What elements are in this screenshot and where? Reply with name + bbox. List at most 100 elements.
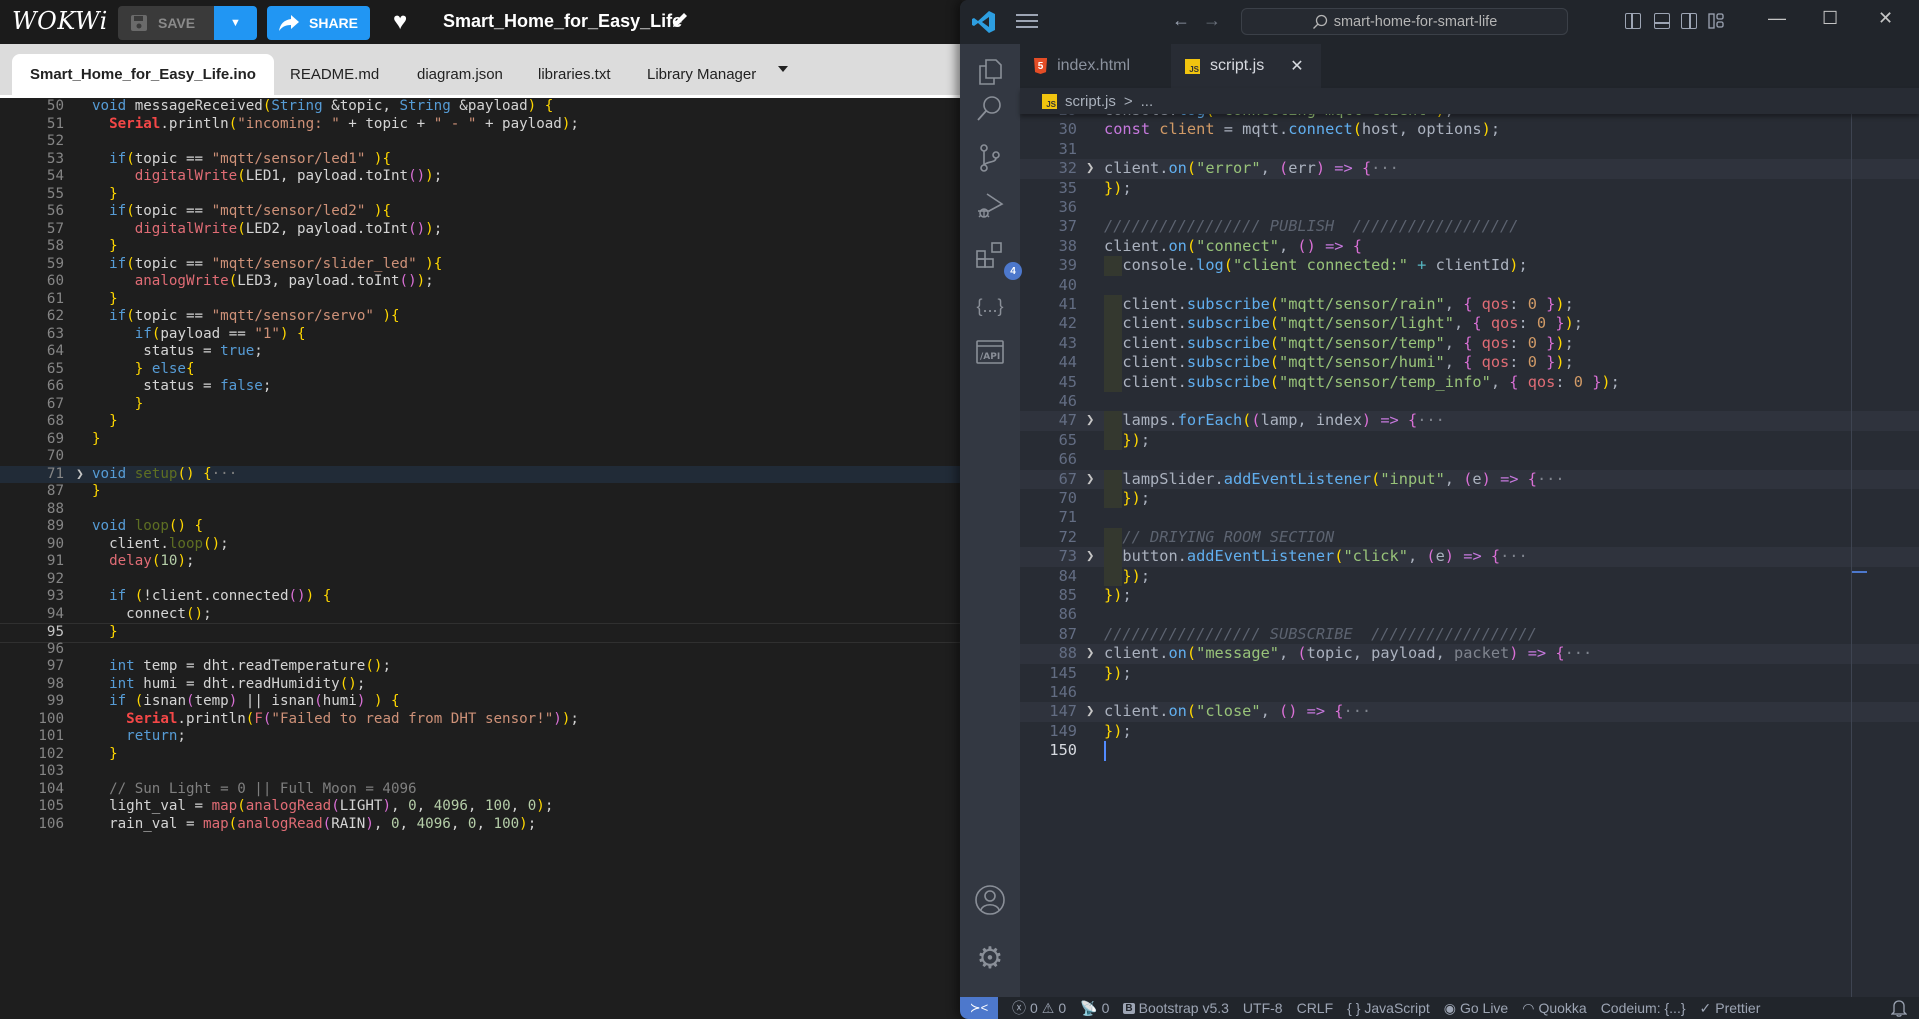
hamburger-menu-icon[interactable] bbox=[1016, 13, 1038, 29]
code-line[interactable]: 71 bbox=[1020, 508, 1919, 527]
code-line[interactable]: 30 const client = mqtt.connect(host, opti… bbox=[1020, 120, 1919, 139]
code-line[interactable]: 71 ❯ void setup() {··· bbox=[0, 465, 962, 484]
accounts-icon[interactable] bbox=[974, 884, 1006, 916]
code-line[interactable]: 101 return; bbox=[0, 728, 962, 746]
code-line[interactable]: 87} bbox=[0, 483, 962, 501]
fold-chevron-icon[interactable]: ❯ bbox=[1086, 702, 1094, 721]
code-line[interactable]: 88 bbox=[0, 501, 962, 519]
toggle-panel-icon[interactable] bbox=[1654, 13, 1670, 29]
code-line[interactable]: 60 analogWrite(LED3, payload.toInt()); bbox=[0, 273, 962, 291]
tab-library-manager[interactable]: Library Manager bbox=[629, 54, 774, 95]
code-line[interactable]: 150 bbox=[1020, 741, 1919, 760]
code-line[interactable]: 68 } bbox=[0, 413, 962, 431]
code-line[interactable]: 66 status = false; bbox=[0, 378, 962, 396]
code-line[interactable]: 89 void loop() { bbox=[0, 518, 962, 536]
close-tab-icon[interactable]: ✕ bbox=[1290, 56, 1303, 76]
fold-chevron-icon[interactable]: ❯ bbox=[1086, 644, 1094, 663]
problems-indicator[interactable]: ⓧ 0 ⚠ 0 bbox=[1012, 998, 1066, 1018]
extensions-icon[interactable]: 4 bbox=[974, 240, 1022, 280]
code-line[interactable]: 57 digitalWrite(LED2, payload.toInt()); bbox=[0, 221, 962, 239]
code-line[interactable]: 73 ❯ button.addEventListener("click", (e)… bbox=[1020, 547, 1919, 567]
toggle-secondary-sidebar-icon[interactable] bbox=[1681, 13, 1697, 29]
run-debug-icon[interactable] bbox=[974, 190, 1006, 222]
code-line[interactable]: 91 delay(10); bbox=[0, 553, 962, 571]
code-line[interactable]: 94 connect(); bbox=[0, 606, 962, 624]
code-line[interactable]: 70 bbox=[0, 448, 962, 466]
code-line[interactable]: 93 if (!client.connected()) { bbox=[0, 588, 962, 606]
save-dropdown-button[interactable]: ▼ bbox=[214, 6, 257, 40]
close-window-icon[interactable]: ✕ bbox=[1878, 8, 1893, 29]
maximize-icon[interactable]: ☐ bbox=[1822, 8, 1838, 29]
scrollbar-track[interactable] bbox=[1851, 114, 1852, 997]
code-line[interactable]: 64 status = true; bbox=[0, 343, 962, 361]
code-line[interactable]: 65 } else{ bbox=[0, 361, 962, 379]
fold-chevron-icon[interactable]: ❯ bbox=[1086, 470, 1094, 489]
code-line[interactable]: 52 bbox=[0, 133, 962, 151]
code-line[interactable]: 106 rain_val = map(analogRead(RAIN), 0, … bbox=[0, 816, 962, 834]
project-name[interactable]: Smart_Home_for_Easy_Life bbox=[443, 11, 682, 32]
code-line[interactable]: 45 client.subscribe("mqtt/sensor/temp_in… bbox=[1020, 372, 1919, 392]
tab-readme[interactable]: README.md bbox=[272, 54, 397, 95]
code-line[interactable]: 103 bbox=[0, 763, 962, 781]
code-line[interactable]: 54 digitalWrite(LED1, payload.toInt()); bbox=[0, 168, 962, 186]
code-line[interactable]: 37 ///////////////// PUBLISH ////////////… bbox=[1020, 217, 1919, 236]
code-line[interactable]: 46 bbox=[1020, 392, 1919, 411]
code-line[interactable]: 69} bbox=[0, 431, 962, 449]
eol-indicator[interactable]: CRLF bbox=[1297, 1000, 1334, 1016]
code-line[interactable]: 84 }); bbox=[1020, 566, 1919, 586]
code-line[interactable]: 59 if(topic == "mqtt/sensor/slider_led" … bbox=[0, 256, 962, 274]
fold-chevron-icon[interactable]: ❯ bbox=[76, 466, 84, 484]
code-line[interactable]: 100 Serial.println(F("Failed to read fro… bbox=[0, 711, 962, 729]
code-editor[interactable]: 29console.log("connecting mqtt client");… bbox=[1020, 100, 1919, 997]
tabs-more-caret-icon[interactable] bbox=[778, 66, 788, 72]
tab-script-js[interactable]: JS script.js ✕ bbox=[1171, 44, 1321, 88]
heart-icon[interactable]: ♥ bbox=[393, 8, 407, 36]
code-line[interactable]: 98 int humi = dht.readHumidity(); bbox=[0, 676, 962, 694]
breadcrumb-symbol[interactable]: ... bbox=[1141, 93, 1154, 110]
tab-ino[interactable]: Smart_Home_for_Easy_Life.ino bbox=[12, 54, 274, 95]
code-line[interactable]: 65 }); bbox=[1020, 430, 1919, 451]
code-line[interactable]: 86 bbox=[1020, 605, 1919, 624]
code-line[interactable]: 58 } bbox=[0, 238, 962, 256]
code-line[interactable]: 56 if(topic == "mqtt/sensor/led2" ){ bbox=[0, 203, 962, 221]
code-line[interactable]: 53 if(topic == "mqtt/sensor/led1" ){ bbox=[0, 151, 962, 169]
code-line[interactable]: 51 Serial.println("incoming: " + topic +… bbox=[0, 116, 962, 134]
tab-index-html[interactable]: 5 index.html bbox=[1020, 44, 1144, 88]
tab-diagram[interactable]: diagram.json bbox=[399, 54, 521, 95]
code-line[interactable]: 41 client.subscribe("mqtt/sensor/rain", … bbox=[1020, 295, 1919, 315]
wokwi-logo[interactable]: WOKWi bbox=[12, 7, 108, 35]
code-editor[interactable]: 50 void messageReceived(String &topic, St… bbox=[0, 98, 962, 1019]
code-line[interactable]: 44 client.subscribe("mqtt/sensor/humi", … bbox=[1020, 353, 1919, 373]
remote-indicator-icon[interactable]: ≻< bbox=[960, 997, 998, 1019]
code-line[interactable]: 47 ❯ lamps.forEach((lamp, index) => {··· bbox=[1020, 411, 1919, 431]
code-line[interactable]: 31 bbox=[1020, 140, 1919, 159]
fold-chevron-icon[interactable]: ❯ bbox=[1086, 159, 1094, 178]
json-tools-icon[interactable]: {...} bbox=[974, 290, 1006, 322]
code-line[interactable]: 66 bbox=[1020, 450, 1919, 469]
code-line[interactable]: 67 } bbox=[0, 396, 962, 414]
code-line[interactable]: 92 bbox=[0, 571, 962, 589]
search-sidebar-icon[interactable] bbox=[974, 92, 1006, 124]
code-line[interactable]: 40 bbox=[1020, 276, 1919, 295]
code-line[interactable]: 105 light_val = map(analogRead(LIGHT), 0… bbox=[0, 798, 962, 816]
api-client-icon[interactable]: /API bbox=[974, 336, 1006, 368]
code-line[interactable]: 61 } bbox=[0, 291, 962, 309]
command-center-search[interactable]: smart-home-for-smart-life bbox=[1241, 8, 1568, 35]
code-line[interactable]: 87 ///////////////// SUBSCRIBE //////////… bbox=[1020, 625, 1919, 644]
code-line[interactable]: 149}); bbox=[1020, 722, 1919, 741]
go-live-button[interactable]: ◉ Go Live bbox=[1444, 1000, 1508, 1017]
code-line[interactable]: 96 bbox=[0, 641, 962, 659]
code-line[interactable]: 99 if (isnan(temp) || isnan(humi) ) { bbox=[0, 693, 962, 711]
source-control-icon[interactable] bbox=[974, 142, 1006, 174]
code-line[interactable]: 104 // Sun Light = 0 || Full Moon = 4096 bbox=[0, 781, 962, 799]
code-line[interactable]: 146 bbox=[1020, 683, 1919, 702]
quokka-indicator[interactable]: ◠ Quokka bbox=[1522, 1000, 1586, 1017]
code-line[interactable]: 63 if(payload == "1") { bbox=[0, 326, 962, 344]
codeium-indicator[interactable]: Codeium: {...} bbox=[1601, 1000, 1686, 1016]
back-arrow-icon[interactable]: ← bbox=[1172, 10, 1190, 31]
fold-chevron-icon[interactable]: ❯ bbox=[1086, 411, 1094, 430]
code-line[interactable]: 72 // DRIYING ROOM SECTION bbox=[1020, 527, 1919, 548]
code-line[interactable]: 67 ❯ lampSlider.addEventListener("input",… bbox=[1020, 469, 1919, 489]
code-line[interactable]: 43 client.subscribe("mqtt/sensor/temp", … bbox=[1020, 333, 1919, 354]
customize-layout-icon[interactable] bbox=[1708, 13, 1724, 29]
